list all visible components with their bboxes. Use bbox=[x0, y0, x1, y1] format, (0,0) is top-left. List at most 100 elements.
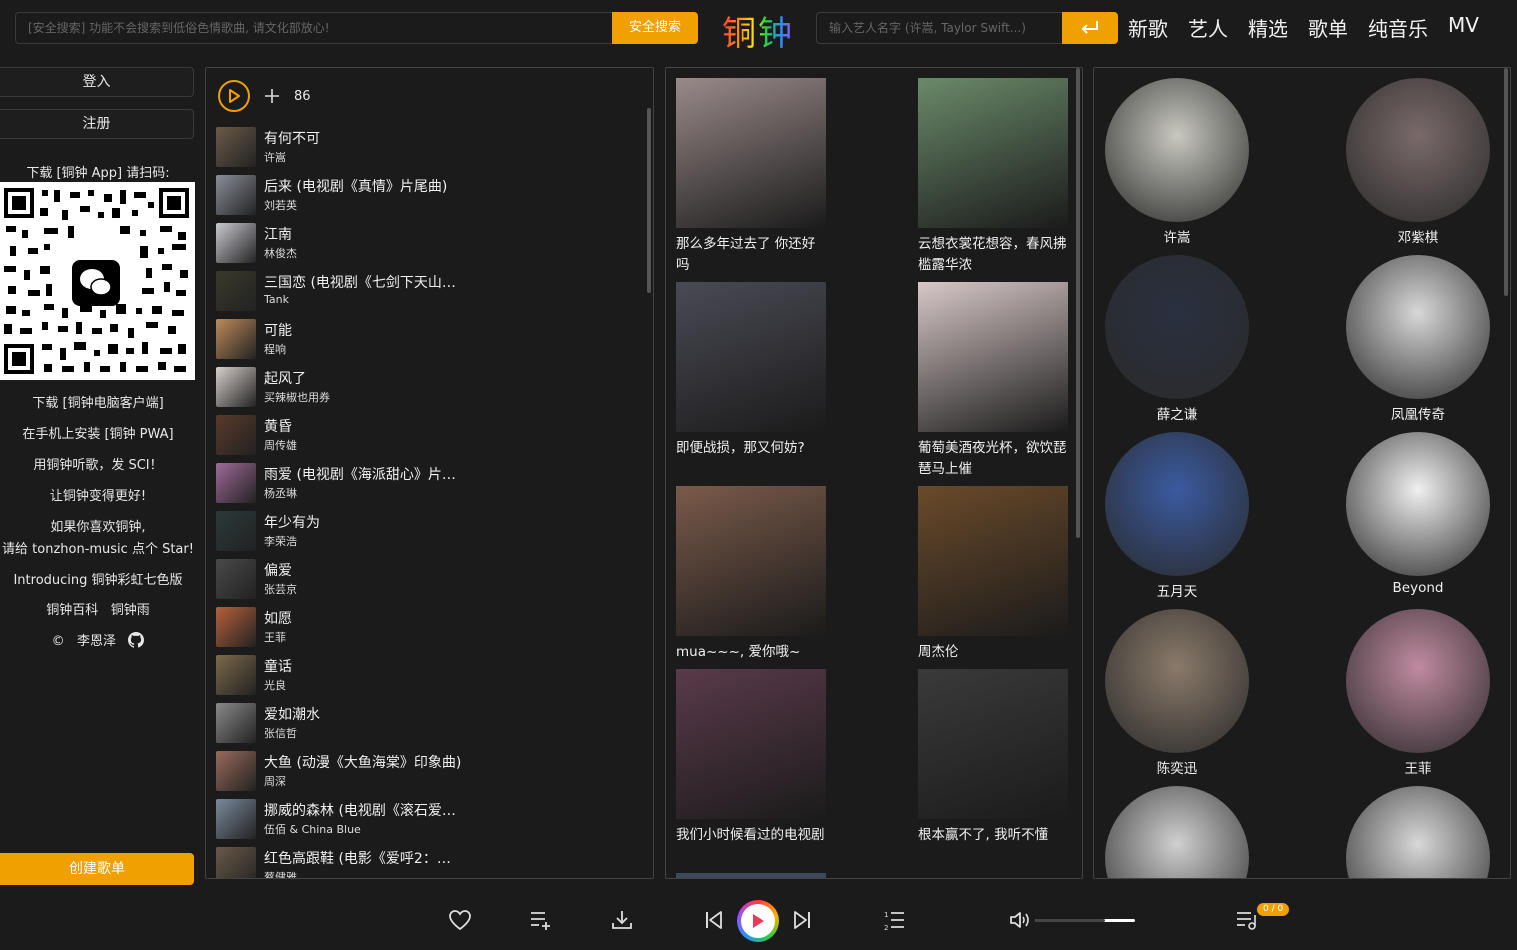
song-row[interactable]: 爱如潮水 张信哲 bbox=[216, 703, 636, 745]
playlist-card[interactable]: 周杰伦 bbox=[918, 486, 1068, 663]
artist-name[interactable]: 薛之谦 bbox=[1105, 403, 1249, 423]
favorite-button[interactable] bbox=[446, 906, 474, 934]
song-row[interactable]: 大鱼 (动漫《大鱼海棠》印象曲) 周深 bbox=[216, 751, 636, 793]
login-button[interactable]: 登入 bbox=[0, 67, 194, 97]
song-title[interactable]: 黄昏 bbox=[264, 416, 292, 436]
song-title[interactable]: 红色高跟鞋 (电影《爱呼2：爱… bbox=[264, 848, 464, 868]
song-row[interactable]: 挪威的森林 (电视剧《滚石爱情… 伍佰 & China Blue bbox=[216, 799, 636, 841]
github-icon[interactable] bbox=[128, 632, 145, 648]
playlist-card[interactable]: 根本赢不了, 我听不懂 bbox=[918, 669, 1068, 846]
song-row[interactable]: 江南 林俊杰 bbox=[216, 223, 636, 265]
artist-card[interactable]: 五月天 bbox=[1105, 432, 1249, 600]
song-row[interactable]: 雨爱 (电视剧《海派甜心》片尾… 杨丞琳 bbox=[216, 463, 636, 505]
nav-artists[interactable]: 艺人 bbox=[1188, 13, 1228, 42]
nav-new-songs[interactable]: 新歌 bbox=[1128, 13, 1168, 42]
playlist-title[interactable]: 根本赢不了, 我听不懂 bbox=[918, 825, 1068, 846]
playlist-card[interactable]: 葡萄美酒夜光杯，欲饮琵琶马上催 bbox=[918, 282, 1068, 480]
song-row[interactable]: 年少有为 李荣浩 bbox=[216, 511, 636, 553]
register-button[interactable]: 注册 bbox=[0, 109, 194, 139]
song-row[interactable]: 起风了 买辣椒也用券 bbox=[216, 367, 636, 409]
song-title[interactable]: 如愿 bbox=[264, 608, 292, 628]
volume-slider[interactable] bbox=[1035, 919, 1135, 922]
play-all-button[interactable] bbox=[218, 80, 250, 112]
artist-card[interactable]: Beyond bbox=[1346, 432, 1490, 596]
song-title[interactable]: 挪威的森林 (电视剧《滚石爱情… bbox=[264, 800, 464, 820]
playlist-scrollbar[interactable] bbox=[1076, 68, 1080, 538]
playlist-title[interactable]: 云想衣裳花想容，春风拂槛露华浓 bbox=[918, 234, 1068, 276]
song-row[interactable]: 童话 光良 bbox=[216, 655, 636, 697]
play-order-button[interactable]: 12 bbox=[880, 906, 908, 934]
artist-card[interactable]: 陈奕迅 bbox=[1105, 609, 1249, 777]
song-row[interactable]: 可能 程响 bbox=[216, 319, 636, 361]
play-pause-button[interactable] bbox=[737, 900, 779, 942]
song-row[interactable]: 偏爱 张芸京 bbox=[216, 559, 636, 601]
song-artist[interactable]: 周深 bbox=[264, 773, 286, 789]
artist-scrollbar[interactable] bbox=[1504, 68, 1508, 296]
playlist-card[interactable]: 我们小时候看过的电视剧 bbox=[676, 669, 826, 846]
artist-card[interactable]: 许嵩 bbox=[1105, 78, 1249, 246]
artist-search-input[interactable]: 输入艺人名字 (许嵩, Taylor Swift...) bbox=[816, 12, 1062, 44]
song-title[interactable]: 可能 bbox=[264, 320, 292, 340]
song-row[interactable]: 后来 (电视剧《真情》片尾曲) 刘若英 bbox=[216, 175, 636, 217]
playlist-title[interactable]: 葡萄美酒夜光杯，欲饮琵琶马上催 bbox=[918, 438, 1068, 480]
song-artist[interactable]: 买辣椒也用券 bbox=[264, 389, 330, 405]
playlist-card[interactable]: 那么多年过去了 你还好吗 bbox=[676, 78, 826, 276]
nav-featured[interactable]: 精选 bbox=[1248, 13, 1288, 42]
song-title[interactable]: 起风了 bbox=[264, 368, 306, 388]
artist-card[interactable] bbox=[1105, 786, 1249, 878]
song-list-scrollbar[interactable] bbox=[647, 108, 651, 293]
song-artist[interactable]: 张芸京 bbox=[264, 581, 297, 597]
song-artist[interactable]: 刘若英 bbox=[264, 197, 297, 213]
download-pc-link[interactable]: 下载 [铜钟电脑客户端] bbox=[0, 392, 196, 411]
song-artist[interactable]: 杨丞琳 bbox=[264, 485, 297, 501]
song-artist[interactable]: 程响 bbox=[264, 341, 286, 357]
star-link[interactable]: 请给 tonzhon-music 点个 Star! bbox=[0, 538, 196, 557]
next-button[interactable] bbox=[788, 906, 816, 934]
song-artist[interactable]: 蔡健雅 bbox=[264, 869, 297, 878]
song-artist[interactable]: 光良 bbox=[264, 677, 286, 693]
playlist-card[interactable]: 云想衣裳花想容，春风拂槛露华浓 bbox=[918, 78, 1068, 276]
download-button[interactable] bbox=[608, 906, 636, 934]
song-artist[interactable]: 伍佰 & China Blue bbox=[264, 821, 361, 837]
artist-card[interactable]: 王菲 bbox=[1346, 609, 1490, 777]
song-title[interactable]: 爱如潮水 bbox=[264, 704, 320, 724]
nav-instrumental[interactable]: 纯音乐 bbox=[1368, 13, 1428, 42]
playlist-title[interactable]: mua~~~, 爱你哦~ bbox=[676, 642, 826, 663]
song-artist[interactable]: 许嵩 bbox=[264, 149, 286, 165]
rain-link[interactable]: 铜钟雨 bbox=[111, 603, 150, 618]
playlist-title[interactable]: 那么多年过去了 你还好吗 bbox=[676, 234, 826, 276]
song-title[interactable]: 江南 bbox=[264, 224, 292, 244]
volume-button[interactable] bbox=[1006, 906, 1034, 934]
safe-search-button[interactable]: 安全搜索 bbox=[612, 12, 698, 44]
artist-name[interactable]: 凤凰传奇 bbox=[1346, 403, 1490, 423]
song-title[interactable]: 有何不可 bbox=[264, 128, 320, 148]
song-artist[interactable]: 张信哲 bbox=[264, 725, 297, 741]
add-icon[interactable] bbox=[264, 88, 280, 104]
artist-name[interactable]: 许嵩 bbox=[1105, 226, 1249, 246]
artist-card[interactable]: 凤凰传奇 bbox=[1346, 255, 1490, 423]
song-title[interactable]: 偏爱 bbox=[264, 560, 292, 580]
song-title[interactable]: 雨爱 (电视剧《海派甜心》片尾… bbox=[264, 464, 464, 484]
playlist-title[interactable]: 即便战损，那又何妨? bbox=[676, 438, 826, 459]
song-title[interactable]: 三国恋 (电视剧《七剑下天山》… bbox=[264, 272, 464, 292]
playlist-title[interactable]: 周杰伦 bbox=[918, 642, 1068, 663]
playlist-title[interactable]: 我们小时候看过的电视剧 bbox=[676, 825, 826, 846]
nav-playlists[interactable]: 歌单 bbox=[1308, 13, 1348, 42]
wiki-link[interactable]: 铜钟百科 bbox=[46, 603, 98, 618]
song-artist[interactable]: Tank bbox=[264, 293, 289, 306]
artist-card[interactable]: 薛之谦 bbox=[1105, 255, 1249, 423]
song-row[interactable]: 三国恋 (电视剧《七剑下天山》… Tank bbox=[216, 271, 636, 313]
playlist-card[interactable]: mua~~~, 爱你哦~ bbox=[676, 486, 826, 663]
introducing-link[interactable]: Introducing 铜钟彩虹七色版 bbox=[0, 569, 196, 588]
song-artist[interactable]: 李荣浩 bbox=[264, 533, 297, 549]
artist-name[interactable]: 王菲 bbox=[1346, 757, 1490, 777]
playlist-card[interactable]: 即便战损，那又何妨? bbox=[676, 282, 826, 459]
create-playlist-button[interactable]: 创建歌单 bbox=[0, 853, 194, 885]
song-title[interactable]: 年少有为 bbox=[264, 512, 320, 532]
logo[interactable]: 铜钟 bbox=[722, 6, 794, 55]
feedback-link[interactable]: 让铜钟变得更好! bbox=[0, 485, 196, 504]
artist-search-button[interactable] bbox=[1062, 12, 1118, 44]
song-row[interactable]: 如愿 王菲 bbox=[216, 607, 636, 649]
previous-button[interactable] bbox=[700, 906, 728, 934]
song-title[interactable]: 后来 (电视剧《真情》片尾曲) bbox=[264, 176, 447, 196]
